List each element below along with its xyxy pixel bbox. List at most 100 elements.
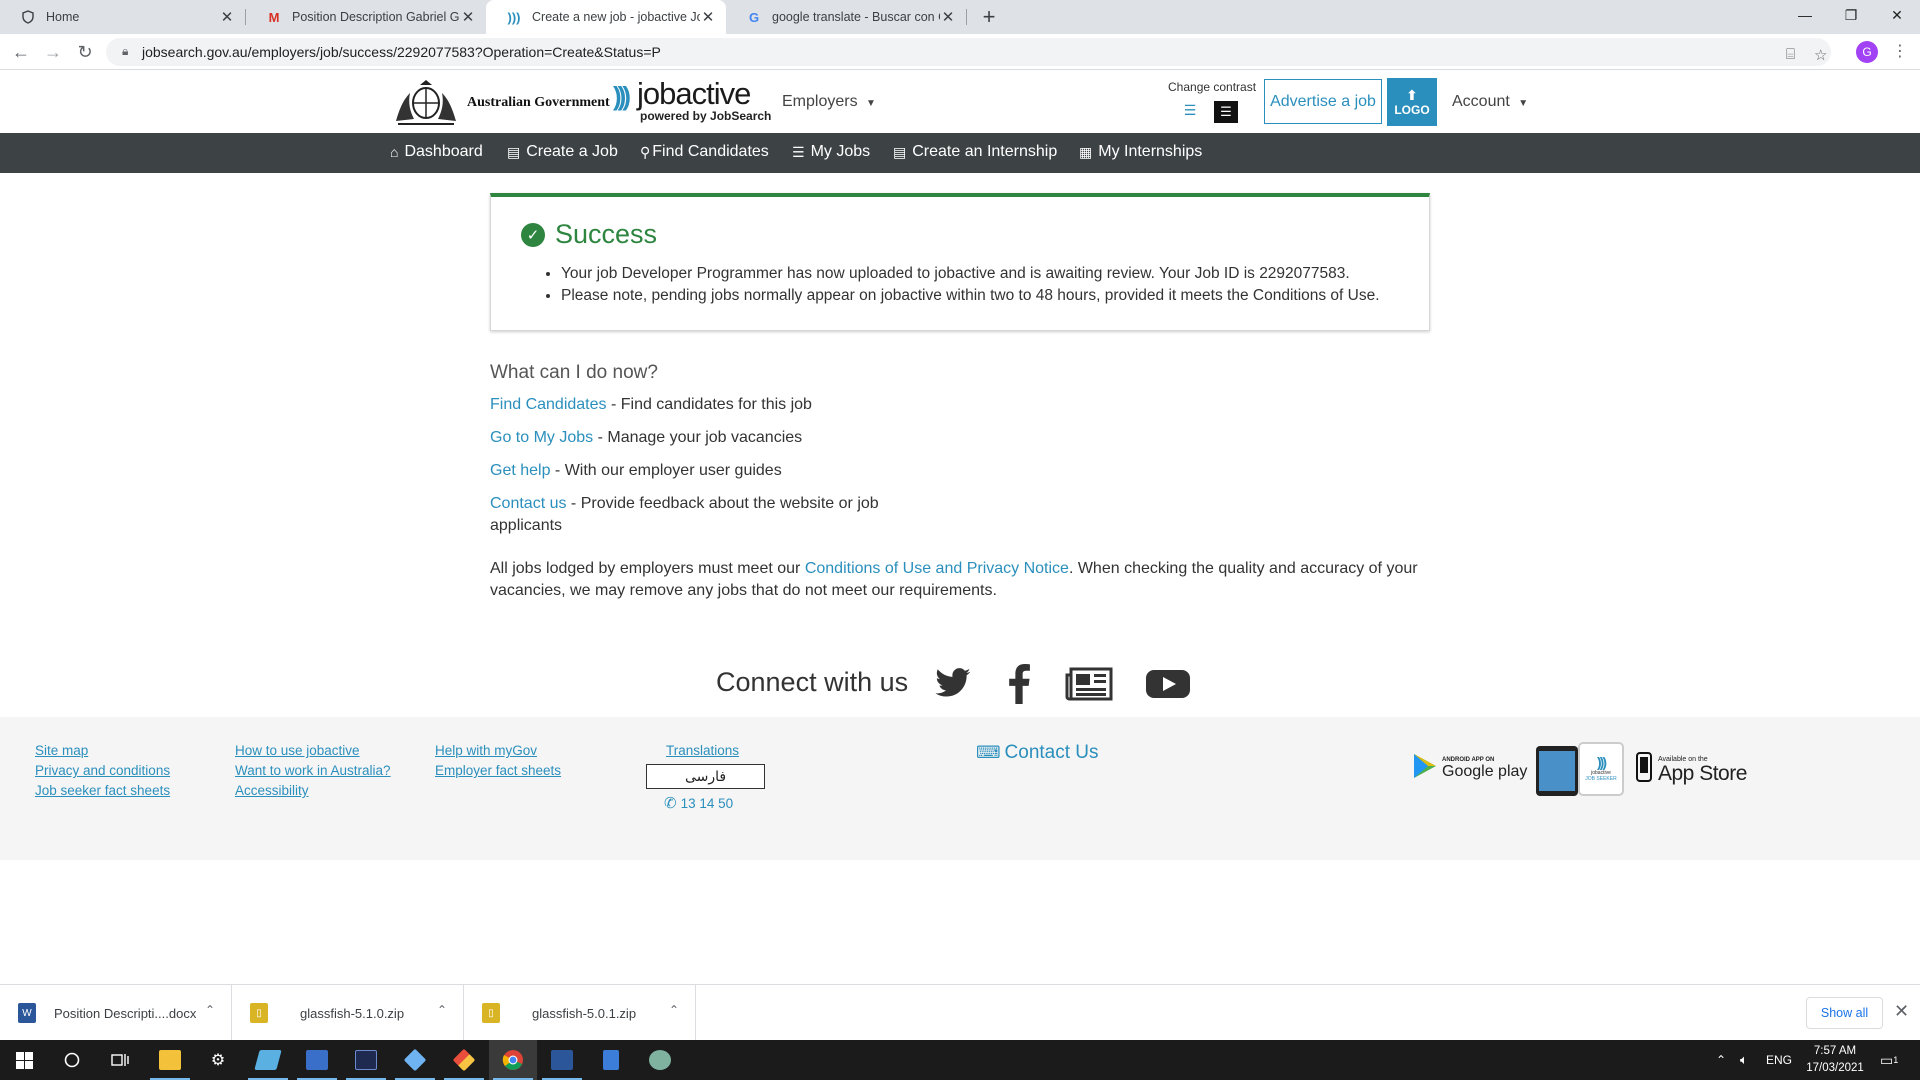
notification-icon[interactable]: ▭ 1 <box>1880 1040 1898 1080</box>
nav-create-job[interactable]: ▤ Create a Job <box>507 143 618 161</box>
new-tab-button[interactable]: + <box>977 4 1001 29</box>
newspaper-icon: ▦ <box>1079 143 1093 160</box>
logo-upload-button[interactable]: ⬆ LOGO <box>1387 78 1437 126</box>
chevron-up-icon[interactable]: ⌃ <box>437 1003 447 1017</box>
input-language[interactable]: ENG <box>1766 1040 1792 1080</box>
close-download-bar-icon[interactable]: ✕ <box>1894 1001 1909 1022</box>
footer-link-how-to-use[interactable]: How to use jobactive <box>235 743 360 758</box>
window-close-icon[interactable]: ✕ <box>1874 0 1920 30</box>
nav-create-internship[interactable]: ▤ Create an Internship <box>893 143 1057 161</box>
download-item[interactable]: W Position Descripti....docx ⌃ <box>0 985 232 1041</box>
app-icon-2[interactable] <box>293 1040 341 1080</box>
jobactive-logo[interactable]: ))) jobactive powered by JobSearch <box>613 76 773 125</box>
windows-start-icon[interactable] <box>0 1040 48 1080</box>
close-icon[interactable]: ✕ <box>219 9 235 26</box>
system-clock[interactable]: 7:57 AM 17/03/2021 <box>1790 1043 1880 1077</box>
facebook-icon[interactable] <box>1006 662 1032 706</box>
contrast-high-icon[interactable]: ☰ <box>1214 101 1238 123</box>
app-store-badge[interactable]: Available on the App Store <box>1636 752 1747 784</box>
footer-link-job-seeker-facts[interactable]: Job seeker fact sheets <box>35 783 170 798</box>
task-view-icon[interactable] <box>96 1040 144 1080</box>
phone-icon: ✆ <box>664 795 677 812</box>
success-message: Please note, pending jobs normally appea… <box>561 285 1415 307</box>
phone-mockup-dark <box>1536 746 1578 796</box>
language-select[interactable]: فارسی <box>646 764 765 789</box>
google-play-badge[interactable]: ANDROID APP ON Google play <box>1412 752 1527 780</box>
tab-google[interactable]: G google translate - Buscar con Go ✕ <box>726 0 966 34</box>
footer-link-work-in-australia[interactable]: Want to work in Australia? <box>235 763 391 778</box>
footer-link-mygov[interactable]: Help with myGov <box>435 743 537 758</box>
nav-dashboard[interactable]: ⌂ Dashboard <box>390 143 483 161</box>
app-cube-icon[interactable] <box>391 1040 439 1080</box>
account-menu[interactable]: Account ▼ <box>1452 93 1528 111</box>
bookmark-star-icon[interactable]: ☆ <box>1814 46 1827 64</box>
tab-gmail[interactable]: M Position Description Gabriel Grill ✕ <box>246 0 486 34</box>
visual-studio-icon[interactable] <box>342 1040 390 1080</box>
my-jobs-link[interactable]: Go to My Jobs <box>490 429 593 446</box>
tab-title: Home <box>46 10 80 24</box>
footer-contact-us[interactable]: ⌨ Contact Us <box>976 742 1099 764</box>
close-icon[interactable]: ✕ <box>700 9 716 26</box>
chrome-icon[interactable] <box>489 1040 537 1080</box>
reload-icon[interactable]: ↻ <box>73 40 97 64</box>
twitter-icon[interactable] <box>932 662 974 706</box>
minimize-icon[interactable]: — <box>1782 0 1828 30</box>
profile-avatar[interactable]: G <box>1856 41 1878 63</box>
australian-crest-icon <box>396 80 456 125</box>
app-icon-3[interactable] <box>636 1040 684 1080</box>
news-icon[interactable] <box>1064 662 1114 706</box>
get-help-link[interactable]: Get help <box>490 462 550 479</box>
download-item[interactable]: ▯ glassfish-5.0.1.zip ⌃ <box>464 985 696 1041</box>
download-bar: W Position Descripti....docx ⌃ ▯ glassfi… <box>0 984 1920 1041</box>
tab-home[interactable]: Home ✕ <box>0 0 245 34</box>
clock-time: 7:57 AM <box>1813 1045 1857 1057</box>
footer-link-accessibility[interactable]: Accessibility <box>235 783 309 798</box>
close-icon[interactable]: ✕ <box>940 9 956 26</box>
advertise-job-button[interactable]: Advertise a job <box>1264 79 1382 124</box>
translate-icon[interactable]: ⌸ <box>1786 46 1795 63</box>
footer-link-privacy[interactable]: Privacy and conditions <box>35 763 170 778</box>
forward-icon[interactable]: → <box>41 40 65 64</box>
close-icon[interactable]: ✕ <box>460 9 476 26</box>
lock-icon: 🔒︎ <box>122 44 129 58</box>
git-icon[interactable] <box>440 1040 488 1080</box>
footer-link-employer-facts[interactable]: Employer fact sheets <box>435 763 561 778</box>
volume-icon[interactable]: 🔈︎ <box>1740 1040 1748 1080</box>
next-steps-title: What can I do now? <box>490 362 658 383</box>
chevron-up-icon[interactable]: ⌃ <box>669 1003 679 1017</box>
nav-my-internships[interactable]: ▦ My Internships <box>1079 143 1202 161</box>
word-icon[interactable] <box>538 1040 586 1080</box>
settings-gear-icon[interactable]: ⚙ <box>194 1040 242 1080</box>
back-icon[interactable]: ← <box>9 40 33 64</box>
find-candidates-link[interactable]: Find Candidates <box>490 396 607 413</box>
browser-menu-icon[interactable]: ⋮ <box>1892 41 1908 61</box>
conditions-link[interactable]: Conditions of Use and Privacy Notice <box>805 560 1069 577</box>
restore-icon[interactable]: ❐ <box>1828 0 1874 30</box>
youtube-icon[interactable] <box>1145 662 1191 706</box>
contrast-normal-icon[interactable]: ☰ <box>1178 99 1202 121</box>
action-get-help: Get help - With our employer user guides <box>490 460 910 482</box>
google-play-label: Google play <box>1442 763 1528 780</box>
tray-chevron-up-icon[interactable]: ⌃ <box>1716 1040 1726 1080</box>
nav-my-jobs[interactable]: ☰ My Jobs <box>792 143 870 161</box>
tab-jobactive[interactable]: ))) Create a new job - jobactive JobS ✕ <box>486 0 726 34</box>
calculator-icon[interactable] <box>587 1040 635 1080</box>
show-all-downloads-button[interactable]: Show all <box>1806 997 1883 1029</box>
brand-name: jobactive <box>637 76 751 111</box>
employers-menu[interactable]: Employers ▼ <box>782 93 876 111</box>
file-explorer-icon[interactable] <box>146 1040 194 1080</box>
phone-number[interactable]: ✆ 13 14 50 <box>664 794 733 812</box>
footer-link-sitemap[interactable]: Site map <box>35 743 88 758</box>
download-item[interactable]: ▯ glassfish-5.1.0.zip ⌃ <box>232 985 464 1041</box>
chevron-up-icon[interactable]: ⌃ <box>205 1003 215 1017</box>
app-icon-1[interactable] <box>244 1040 292 1080</box>
zip-file-icon: ▯ <box>250 1003 268 1023</box>
caret-down-icon: ▼ <box>1518 98 1529 109</box>
browser-tabstrip: Home ✕ M Position Description Gabriel Gr… <box>0 0 1920 34</box>
address-bar[interactable]: 🔒︎ jobsearch.gov.au/employers/job/succes… <box>106 38 1831 66</box>
footer-link-translations[interactable]: Translations <box>666 743 739 758</box>
cortana-search-icon[interactable] <box>48 1040 96 1080</box>
contact-us-link[interactable]: Contact us <box>490 495 566 512</box>
nav-find-candidates[interactable]: ⚲ Find Candidates <box>640 143 769 161</box>
clock-date: 17/03/2021 <box>1806 1062 1864 1074</box>
